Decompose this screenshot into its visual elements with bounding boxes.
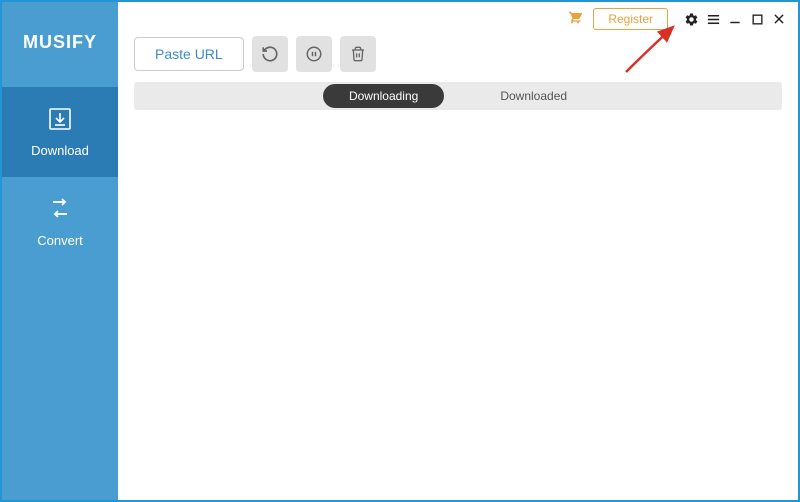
tab-downloaded[interactable]: Downloaded: [474, 84, 593, 108]
menu-icon[interactable]: [704, 10, 722, 28]
paste-url-button[interactable]: Paste URL: [134, 37, 244, 71]
close-icon[interactable]: [770, 10, 788, 28]
maximize-icon[interactable]: [748, 10, 766, 28]
pause-button[interactable]: [296, 36, 332, 72]
sidebar-item-label: Convert: [37, 233, 83, 248]
annotation-arrow: [618, 22, 688, 77]
toolbar: Paste URL: [134, 36, 376, 72]
convert-arrows-icon: [47, 196, 73, 225]
minimize-icon[interactable]: [726, 10, 744, 28]
sidebar-item-download[interactable]: Download: [2, 87, 118, 177]
gear-icon[interactable]: [682, 10, 700, 28]
refresh-button[interactable]: [252, 36, 288, 72]
tab-bar: Downloading Downloaded: [134, 82, 782, 110]
cart-icon[interactable]: [565, 9, 583, 30]
main-area: Register: [118, 2, 798, 500]
sidebar: MUSIFY Download Convert: [2, 2, 118, 500]
register-button[interactable]: Register: [593, 8, 668, 30]
app-logo: MUSIFY: [23, 32, 97, 53]
delete-button[interactable]: [340, 36, 376, 72]
titlebar: Register: [565, 8, 788, 30]
download-box-icon: [47, 106, 73, 135]
sidebar-item-convert[interactable]: Convert: [2, 177, 118, 267]
tab-downloading[interactable]: Downloading: [323, 84, 444, 108]
sidebar-item-label: Download: [31, 143, 89, 158]
